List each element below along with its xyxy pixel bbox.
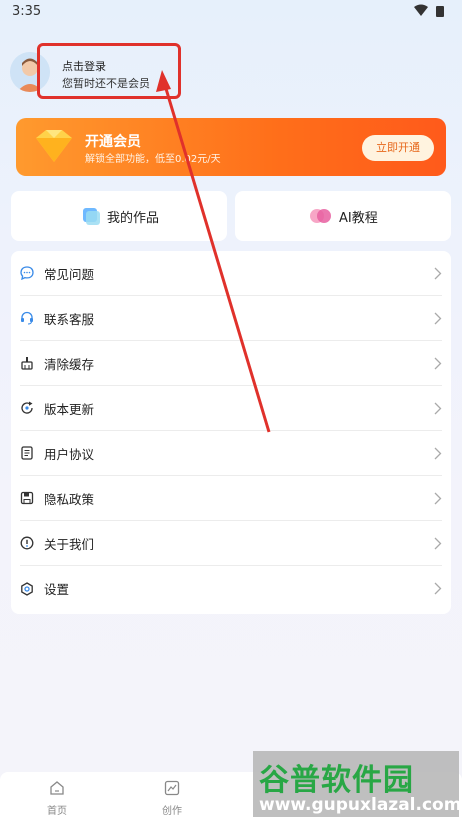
chevron-right-icon <box>434 402 442 415</box>
vip-title: 开通会员 <box>85 134 141 150</box>
annotation-highlight-box <box>37 43 181 99</box>
menu-label: 用户协议 <box>44 446 95 462</box>
open-vip-button[interactable]: 立即开通 <box>362 135 434 161</box>
document-icon <box>21 446 33 460</box>
menu-label: 版本更新 <box>44 401 95 417</box>
headset-icon <box>21 311 33 325</box>
wifi-battery-icon <box>414 4 444 17</box>
watermark: 谷普软件园 www.gupuxlazal.com <box>253 751 462 817</box>
my-works-label: 我的作品 <box>107 210 160 226</box>
settings-icon <box>21 581 33 596</box>
menu-item-contact[interactable]: 联系客服 <box>20 296 442 341</box>
nav-label-create: 创作 <box>162 806 182 817</box>
diamond-icon <box>36 130 72 162</box>
menu-label: 联系客服 <box>44 311 95 327</box>
tutorial-icon <box>310 209 331 223</box>
watermark-url: www.gupuxlazal.com <box>259 795 462 815</box>
refresh-icon <box>21 401 33 414</box>
menu-item-about[interactable]: 关于我们 <box>20 521 442 566</box>
menu-label: 常见问题 <box>44 266 95 282</box>
chat-bubble-icon <box>20 266 34 280</box>
status-bar: 3:35 <box>0 0 462 22</box>
menu-item-faq[interactable]: 常见问题 <box>20 251 442 296</box>
chevron-right-icon <box>434 312 442 325</box>
chevron-right-icon <box>434 357 442 370</box>
info-icon <box>20 536 34 550</box>
menu-item-user-agreement[interactable]: 用户协议 <box>20 431 442 476</box>
vip-subtitle: 解锁全部功能，低至0.02元/天 <box>85 154 221 165</box>
ai-tutorial-label: AI教程 <box>339 210 378 226</box>
menu-label: 隐私政策 <box>44 491 95 507</box>
menu-item-privacy[interactable]: 隐私政策 <box>20 476 442 521</box>
chevron-right-icon <box>434 447 442 460</box>
menu-label: 清除缓存 <box>44 356 95 372</box>
menu-label: 关于我们 <box>44 536 95 552</box>
watermark-title: 谷普软件园 <box>259 763 414 798</box>
menu-item-update[interactable]: 版本更新 <box>20 386 442 431</box>
my-works-card[interactable]: 我的作品 <box>11 191 227 241</box>
chevron-right-icon <box>434 537 442 550</box>
works-icon <box>83 208 100 225</box>
chevron-right-icon <box>434 267 442 280</box>
ai-tutorial-card[interactable]: AI教程 <box>235 191 451 241</box>
vip-banner[interactable]: 开通会员 解锁全部功能，低至0.02元/天 立即开通 <box>16 118 446 176</box>
status-time: 3:35 <box>12 4 42 19</box>
nav-tab-home[interactable]: 首页 <box>37 780 77 817</box>
chevron-right-icon <box>434 492 442 505</box>
nav-tab-create[interactable]: 创作 <box>152 780 192 817</box>
menu-item-clear-cache[interactable]: 清除缓存 <box>20 341 442 386</box>
settings-menu-list: 常见问题 联系客服 清除缓存 版本更新 用户协议 隐私政策 关于我们 设置 <box>11 251 451 614</box>
nav-label-home: 首页 <box>47 806 67 817</box>
chevron-right-icon <box>434 582 442 595</box>
menu-item-settings[interactable]: 设置 <box>20 566 442 611</box>
save-icon <box>20 491 34 505</box>
create-icon <box>164 780 180 796</box>
menu-label: 设置 <box>44 582 70 597</box>
home-icon <box>50 781 64 795</box>
broom-icon <box>21 357 33 370</box>
